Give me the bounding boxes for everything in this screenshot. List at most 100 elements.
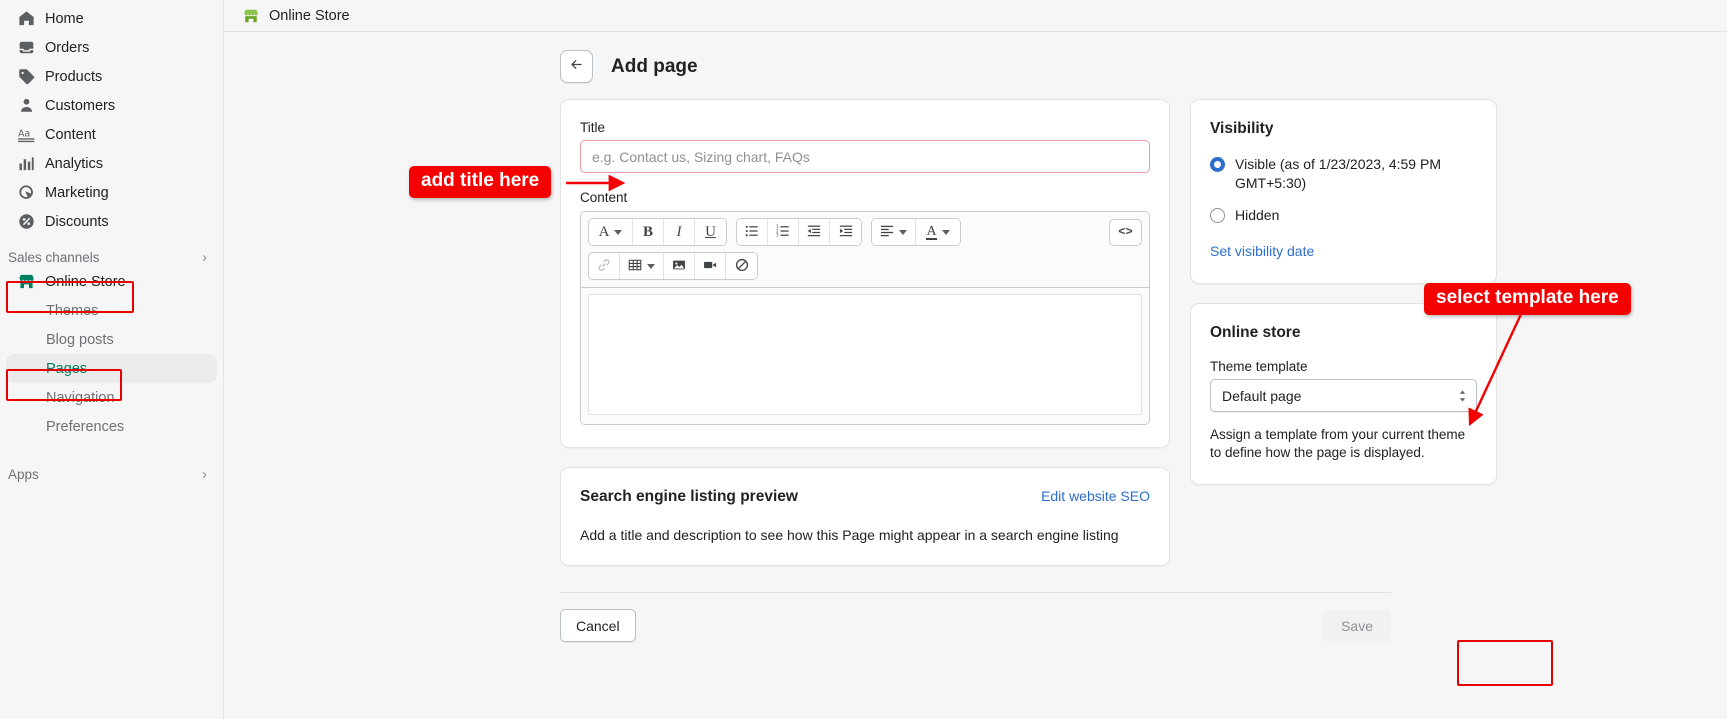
format-a-icon: A xyxy=(598,223,610,240)
sidebar-item-label: Content xyxy=(45,126,96,143)
numbered-list-button[interactable]: 123 xyxy=(768,219,799,245)
bulleted-list-button[interactable] xyxy=(737,219,768,245)
sidebar-item-label: Discounts xyxy=(45,213,109,230)
store-icon xyxy=(16,272,36,292)
title-input[interactable] xyxy=(580,140,1150,173)
align-color-group: A xyxy=(871,218,961,246)
sidebar-item-label: Online Store xyxy=(45,273,126,290)
sales-channels-label: Sales channels xyxy=(8,250,100,265)
main-region: Online Store Add page Title Content xyxy=(224,0,1727,719)
right-column: Visibility Visible (as of 1/23/2023, 4:5… xyxy=(1190,99,1497,566)
arrow-left-icon xyxy=(569,57,584,77)
italic-button[interactable]: I xyxy=(664,219,695,245)
page-title: Add page xyxy=(611,55,698,77)
sidebar: Home Orders Products Customers Aa Conten… xyxy=(0,0,224,719)
sidebar-item-products[interactable]: Products xyxy=(6,62,217,91)
theme-template-label: Theme template xyxy=(1210,359,1308,374)
align-left-icon xyxy=(880,224,894,241)
outdent-button[interactable] xyxy=(799,219,830,245)
sidebar-item-home[interactable]: Home xyxy=(6,4,217,33)
chevron-down-icon xyxy=(614,229,623,235)
sidebar-item-marketing[interactable]: Marketing xyxy=(6,178,217,207)
insert-table-button[interactable] xyxy=(620,253,664,279)
indent-button[interactable] xyxy=(830,219,861,245)
sidebar-item-label: Customers xyxy=(45,97,116,114)
clear-formatting-button[interactable] xyxy=(726,253,757,279)
store-icon xyxy=(242,7,260,25)
sidebar-subitem-label: Themes xyxy=(46,302,99,319)
svg-text:Aa: Aa xyxy=(17,128,29,139)
cancel-button[interactable]: Cancel xyxy=(560,609,636,642)
show-html-button[interactable]: <> xyxy=(1109,218,1142,246)
sidebar-item-label: Home xyxy=(45,10,84,27)
person-icon xyxy=(16,96,36,116)
sidebar-subitem-themes[interactable]: Themes xyxy=(6,296,217,325)
clear-format-icon xyxy=(735,258,749,275)
visibility-option-hidden[interactable]: Hidden xyxy=(1210,206,1477,225)
text-color-button[interactable]: A xyxy=(916,219,960,245)
sidebar-subitem-pages[interactable]: Pages xyxy=(6,354,217,383)
insert-image-button[interactable] xyxy=(664,253,695,279)
sidebar-subitem-label: Pages xyxy=(46,360,88,377)
sidebar-item-label: Products xyxy=(45,68,103,85)
edit-website-seo-link[interactable]: Edit website SEO xyxy=(1041,488,1150,504)
insert-video-button[interactable] xyxy=(695,253,726,279)
left-column: Title Content A xyxy=(560,99,1170,566)
sidebar-item-label: Orders xyxy=(45,39,90,56)
back-button[interactable] xyxy=(560,50,593,83)
chevron-down-icon xyxy=(941,229,950,235)
align-button[interactable] xyxy=(872,219,916,245)
marketing-icon xyxy=(16,183,36,203)
sidebar-item-online-store[interactable]: Online Store xyxy=(6,267,217,296)
indent-icon xyxy=(839,224,853,241)
visibility-card-title: Visibility xyxy=(1210,120,1274,137)
seo-card-description: Add a title and description to see how t… xyxy=(580,527,1119,543)
radio-hidden[interactable] xyxy=(1210,208,1225,223)
home-icon xyxy=(16,9,36,29)
sidebar-item-orders[interactable]: Orders xyxy=(6,33,217,62)
sidebar-item-customers[interactable]: Customers xyxy=(6,91,217,120)
seo-card-header: Search engine listing preview Edit websi… xyxy=(580,488,1150,506)
apps-label: Apps xyxy=(8,467,39,482)
editor-content-area[interactable] xyxy=(588,294,1142,415)
text-color-a-icon: A xyxy=(926,223,937,240)
visibility-option-label: Visible (as of 1/23/2023, 4:59 PM GMT+5:… xyxy=(1235,156,1441,191)
italic-icon: I xyxy=(676,223,682,240)
chevron-down-icon xyxy=(899,229,907,235)
format-text-button[interactable]: A xyxy=(589,219,633,245)
underline-button[interactable]: U xyxy=(695,219,726,245)
theme-template-select-wrapper: Default page xyxy=(1210,379,1477,412)
columns: Title Content A xyxy=(224,83,1727,566)
sidebar-item-analytics[interactable]: Analytics xyxy=(6,149,217,178)
code-icon: <> xyxy=(1118,225,1133,239)
sidebar-subitem-label: Navigation xyxy=(46,389,115,406)
sidebar-section-apps[interactable]: Apps › xyxy=(8,467,211,482)
chevron-right-icon: › xyxy=(202,249,207,266)
page-details-card: Title Content A xyxy=(560,99,1170,448)
underline-icon: U xyxy=(705,223,716,240)
bold-icon: B xyxy=(642,223,653,240)
bold-button[interactable]: B xyxy=(633,219,664,245)
insert-link-button[interactable] xyxy=(589,253,620,279)
outdent-icon xyxy=(807,224,821,241)
svg-text:3: 3 xyxy=(776,232,779,237)
sidebar-item-discounts[interactable]: Discounts xyxy=(6,207,217,236)
rich-text-editor: A B I U 1 2 3 A <> xyxy=(580,211,1150,425)
sidebar-section-sales-channels[interactable]: Sales channels › xyxy=(8,250,211,265)
theme-template-select[interactable]: Default page xyxy=(1210,379,1477,412)
seo-card-title: Search engine listing preview xyxy=(580,488,798,505)
sidebar-subitem-preferences[interactable]: Preferences xyxy=(6,412,217,441)
sidebar-item-content[interactable]: Aa Content xyxy=(6,120,217,149)
sidebar-subitem-navigation[interactable]: Navigation xyxy=(6,383,217,412)
visibility-option-visible[interactable]: Visible (as of 1/23/2023, 4:59 PM GMT+5:… xyxy=(1210,155,1477,193)
link-icon xyxy=(597,258,611,275)
radio-visible[interactable] xyxy=(1210,157,1225,172)
discount-icon xyxy=(16,212,36,232)
set-visibility-date-link[interactable]: Set visibility date xyxy=(1210,243,1314,259)
content-field-label: Content xyxy=(580,190,628,205)
theme-template-helper-text: Assign a template from your current them… xyxy=(1210,427,1466,460)
content-icon: Aa xyxy=(16,125,36,145)
sidebar-subitem-blog-posts[interactable]: Blog posts xyxy=(6,325,217,354)
content-area: Add page Title Content xyxy=(224,32,1727,719)
store-name-label: Online Store xyxy=(269,7,350,24)
